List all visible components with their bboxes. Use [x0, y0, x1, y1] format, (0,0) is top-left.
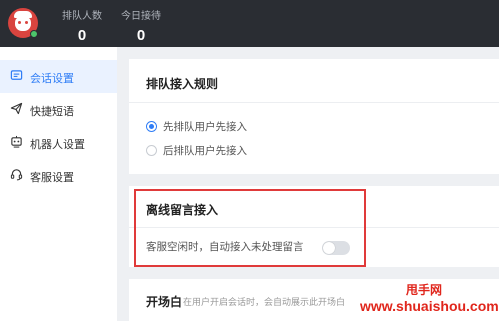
sidebar-item-label: 会话设置	[30, 73, 74, 85]
divider	[129, 102, 499, 103]
highlight-box	[134, 189, 366, 267]
sidebar-item-label: 快捷短语	[30, 106, 74, 118]
radio-queue-last-come[interactable]: 后排队用户先接入	[146, 143, 247, 158]
radio-checked-icon	[146, 121, 157, 132]
today-reception-label: 今日接待	[121, 11, 161, 22]
online-status-dot	[30, 30, 38, 38]
today-reception-stat: 今日接待 0	[121, 7, 161, 44]
top-bar: 排队人数 0 今日接待 0	[0, 0, 499, 47]
sidebar-item-agent-settings[interactable]: 客服设置	[0, 159, 117, 192]
chat-window-icon	[10, 70, 23, 80]
watermark-name: 甩手网	[406, 283, 443, 297]
sidebar-item-label: 客服设置	[30, 172, 74, 184]
sidebar: 会话设置 快捷短语 机器人设置 客服设置	[0, 47, 117, 321]
queue-rules-panel: 排队接入规则 先排队用户先接入 后排队用户先接入	[129, 59, 499, 174]
watermark-url: www.shuaishou.com	[360, 298, 499, 314]
opening-description: 在用户开启会话时，会自动展示此开场白	[183, 297, 346, 307]
avatar-eye-left	[18, 21, 21, 24]
opening-title: 开场白	[146, 295, 183, 309]
radio-label: 先排队用户先接入	[163, 121, 247, 133]
radio-queue-first-come[interactable]: 先排队用户先接入	[146, 119, 247, 134]
robot-icon	[11, 135, 22, 148]
sidebar-item-label: 机器人设置	[30, 139, 85, 151]
queue-count-value: 0	[77, 27, 87, 44]
sidebar-item-quick-phrases[interactable]: 快捷短语	[0, 93, 117, 126]
today-reception-value: 0	[136, 27, 146, 44]
radio-label: 后排队用户先接入	[163, 145, 247, 157]
radio-unchecked-icon	[146, 145, 157, 156]
headset-icon	[10, 169, 23, 181]
queue-count-label: 排队人数	[62, 11, 102, 22]
avatar-eye-right	[25, 21, 28, 24]
send-plane-icon	[10, 102, 23, 115]
sidebar-item-robot-settings[interactable]: 机器人设置	[0, 126, 117, 159]
queue-rules-title: 排队接入规则	[146, 77, 219, 91]
queue-count-stat: 排队人数 0	[62, 7, 102, 44]
sidebar-item-session-settings[interactable]: 会话设置	[0, 60, 117, 93]
avatar-face-shape	[15, 17, 31, 31]
